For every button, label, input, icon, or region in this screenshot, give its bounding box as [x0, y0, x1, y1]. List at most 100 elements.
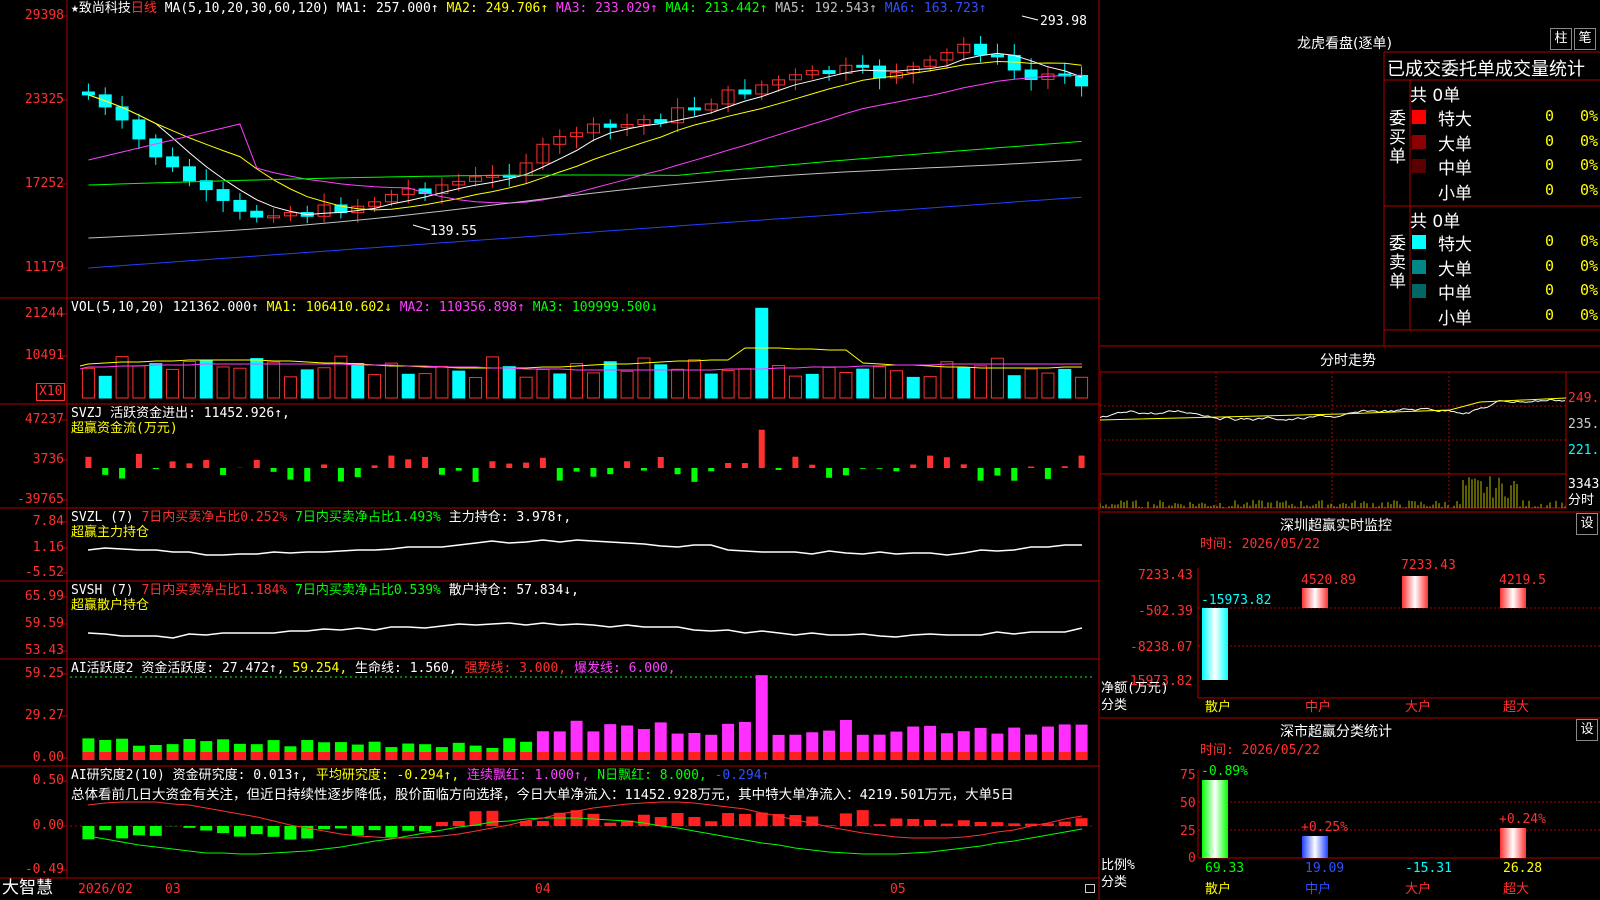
buy-row-count: 0	[1545, 131, 1555, 150]
svsh-sub: 超赢散户持仓	[71, 598, 150, 613]
ai1-header: AI活跃度2 资金活跃度: 27.472↑, 59.254, 生命线: 1.56…	[71, 661, 676, 677]
sz-monitor-cat: 大户	[1405, 700, 1432, 715]
volume-bar	[1024, 368, 1038, 399]
buy-row-pct: 0%	[1580, 156, 1599, 174]
sell-swatch	[1412, 235, 1426, 249]
svzj-bar	[422, 457, 429, 468]
volume-bar	[738, 368, 752, 399]
ai1-base-bar	[1041, 752, 1054, 760]
ai2-bar	[873, 824, 886, 826]
ai1-d: 强势线: 3.000,	[464, 661, 567, 676]
ai1-base-bar	[823, 752, 836, 760]
ai2-summary: 总体看前几日大资金有关注，但近日持续性逐步降低，股价面临方向选择，今日大单净流入…	[71, 787, 1014, 803]
ai1-base-bar	[1008, 752, 1021, 760]
svzj-axis-label: 3736	[32, 452, 64, 467]
ai-activity-bars	[70, 675, 1095, 760]
sz-stat-settings-button[interactable]: 设	[1576, 719, 1598, 741]
volume-bar	[805, 373, 819, 399]
volume-bar	[418, 373, 432, 399]
svzj-bar	[388, 455, 395, 468]
candle-body	[81, 91, 95, 96]
volume-bar	[401, 373, 415, 399]
svzj-bar	[725, 463, 732, 468]
sz-stat-cat: 大户	[1405, 882, 1432, 897]
candle-body	[182, 166, 196, 182]
ai1-e: 爆发线: 6.000,	[573, 661, 676, 676]
ai1-b: 59.254,	[292, 661, 348, 676]
ai1-base-bar	[217, 752, 230, 760]
ai2-d: N日飘红: 8.000,	[597, 768, 707, 783]
sz-stat-ylabel: 比例%	[1101, 858, 1135, 873]
svzj-bar	[876, 468, 883, 469]
candle-body	[603, 123, 617, 128]
ai1-base-bar	[873, 752, 886, 760]
volume-bars	[79, 307, 1089, 399]
volume-bar	[856, 368, 870, 399]
fenshi-unit: 分时	[1568, 493, 1595, 508]
ai1-base-bar	[520, 752, 533, 760]
candle-body	[654, 119, 668, 124]
candle-body	[199, 180, 213, 191]
buy-row-pct: 0%	[1580, 107, 1599, 125]
svzj-bar	[556, 468, 563, 481]
ai2-bar	[200, 826, 213, 831]
ma-header: ★致尚科技日线 MA(5,10,20,30,60,120) MA1: 257.0…	[71, 1, 987, 17]
ai1-base-bar	[722, 752, 735, 760]
sell-swatch	[1412, 259, 1426, 274]
ai2-bar	[705, 821, 718, 826]
lhb-tab[interactable]: 已成交委托单成交量统计	[1387, 55, 1600, 81]
svzj-bar	[994, 468, 1001, 476]
low-price-mark: 139.55	[430, 224, 477, 239]
price-axis-label: 17252	[24, 176, 64, 191]
svzj-bar	[119, 468, 126, 479]
bar-mode-button[interactable]: 柱	[1550, 28, 1572, 50]
lock-icon[interactable]	[1085, 884, 1095, 893]
star-icon[interactable]: ★	[71, 1, 79, 16]
sz-monitor-settings-button[interactable]: 设	[1576, 513, 1598, 535]
ai1-base-bar	[402, 752, 415, 760]
svsh-a: 7日内买卖净占比1.184%	[141, 583, 288, 598]
volume-bar	[283, 376, 297, 399]
svzj-bar	[1044, 468, 1051, 479]
ai2-e: -0.294↑	[714, 768, 770, 783]
volume-bar	[485, 356, 499, 399]
svsh-header: SVSH (7) 7日内买卖净占比1.184% 7日内买卖净占比0.539% 散…	[71, 583, 579, 599]
ai1-base-bar	[233, 752, 246, 760]
ai2-bar	[435, 822, 448, 826]
ai1-axis-label: 59.25	[24, 666, 64, 681]
svzj-bar	[253, 459, 260, 468]
sz-stat-change: +0.24%	[1499, 812, 1546, 827]
period-label[interactable]: 日线	[131, 1, 157, 16]
svzj-bar	[573, 468, 580, 472]
ai2-bar	[233, 826, 246, 837]
ai2-c: 连续飘红: 1.000↑,	[467, 768, 590, 783]
ai2-bar	[907, 818, 920, 826]
sz-stat-bars	[1202, 780, 1526, 858]
volume-bar	[755, 307, 769, 399]
ai1-base-bar	[755, 752, 768, 760]
svzj-bar	[842, 468, 849, 476]
ai2-bar	[351, 826, 364, 836]
svzj-bar	[472, 468, 479, 482]
sell-row-count: 0	[1545, 232, 1555, 250]
ma-line	[88, 159, 1082, 239]
svzj-bar	[85, 456, 92, 468]
ai1-c: 生命线: 1.560,	[355, 661, 457, 676]
volume-bar	[1007, 375, 1021, 399]
sz-monitor-bar-value: -15973.82	[1201, 593, 1272, 608]
volume-bar	[233, 367, 247, 399]
volume-bar	[603, 361, 617, 399]
tick-mode-button[interactable]: 笔	[1574, 28, 1596, 50]
sz-stat-axis: 0	[1188, 851, 1196, 866]
svzj-bar	[590, 468, 597, 477]
date-label: 05	[890, 882, 906, 897]
main-chart-svg[interactable]	[0, 0, 1100, 900]
svsh-c: 散户持仓: 57.834↓,	[448, 583, 579, 598]
volume-bar	[384, 362, 398, 399]
ai2-bar	[368, 826, 381, 831]
ai2-bar	[402, 826, 415, 831]
sz-monitor-time: 时间: 2026/05/22	[1200, 537, 1320, 552]
ai1-base-bar	[991, 752, 1004, 760]
buy-row-label: 中单	[1438, 159, 1472, 179]
candle-body	[250, 210, 264, 218]
